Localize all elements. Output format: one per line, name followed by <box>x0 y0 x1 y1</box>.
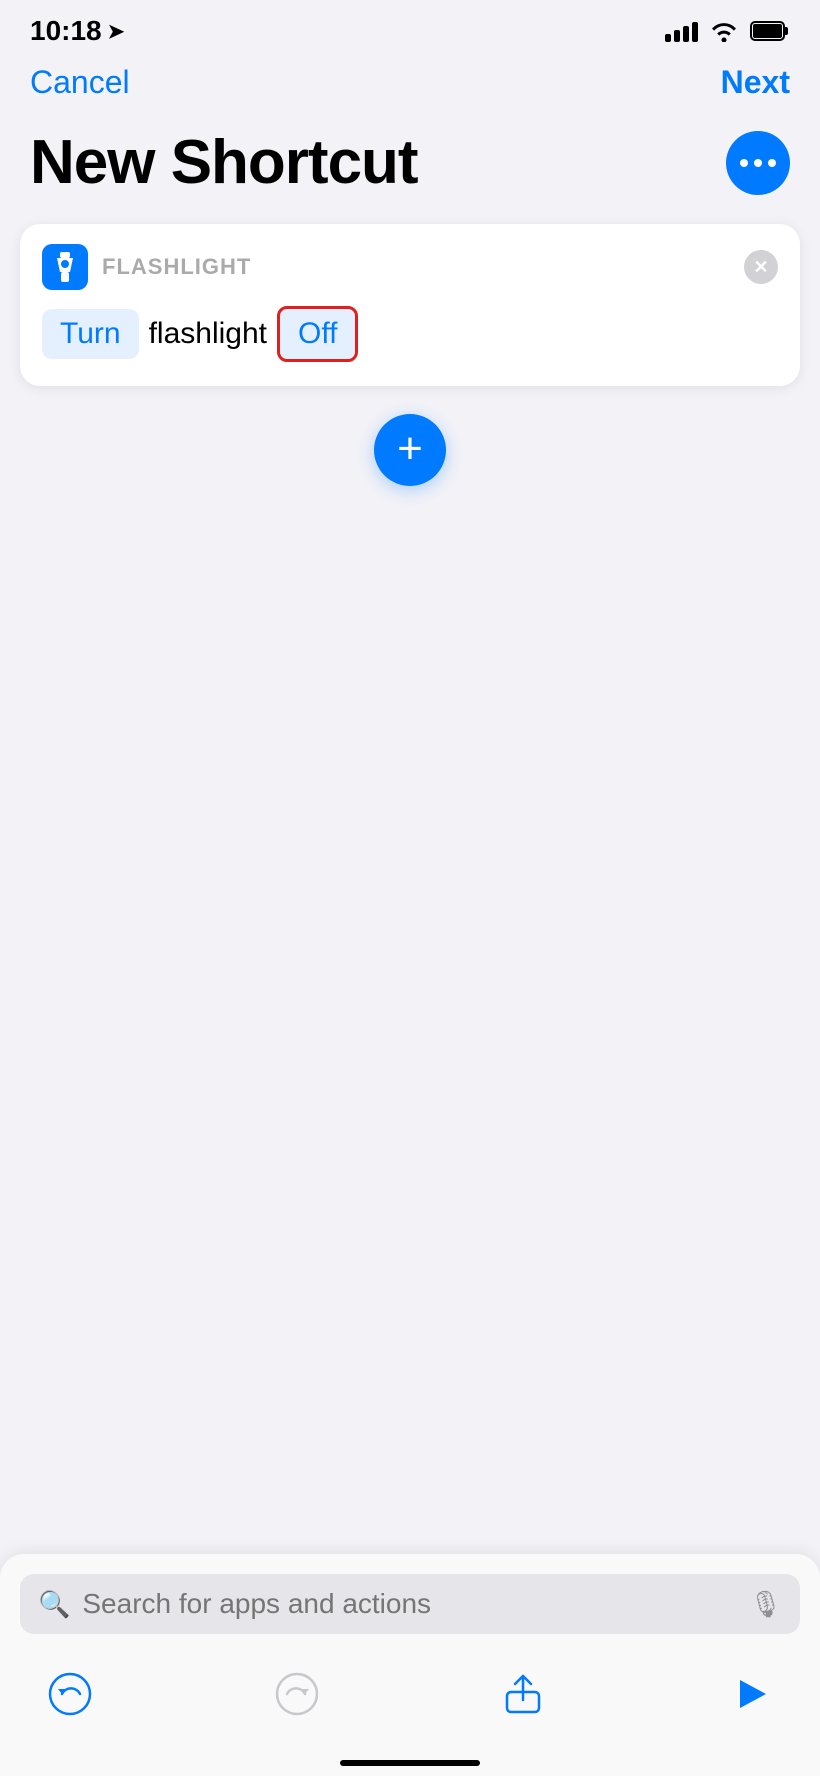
close-icon: ✕ <box>753 258 768 276</box>
action-card-header: FLASHLIGHT ✕ <box>42 244 778 290</box>
redo-button[interactable] <box>267 1664 327 1724</box>
next-button[interactable]: Next <box>721 64 790 101</box>
add-action-button[interactable]: + <box>374 414 446 486</box>
status-icons <box>665 20 790 42</box>
microphone-icon[interactable]: 🎙 <box>749 1589 782 1620</box>
location-arrow-icon: ➤ <box>108 19 125 44</box>
close-action-button[interactable]: ✕ <box>744 250 778 284</box>
time-text: 10:18 <box>30 15 102 47</box>
off-chip[interactable]: Off <box>277 306 358 362</box>
more-dots-icon <box>740 159 776 167</box>
battery-icon <box>750 20 790 42</box>
cancel-button[interactable]: Cancel <box>30 64 130 101</box>
search-input[interactable] <box>82 1588 737 1620</box>
search-bar[interactable]: 🔍 🎙 <box>20 1574 800 1634</box>
play-button[interactable] <box>720 1664 780 1724</box>
action-body: Turn flashlight Off <box>42 306 778 362</box>
status-time: 10:18 ➤ <box>30 15 124 47</box>
undo-button[interactable] <box>40 1664 100 1724</box>
share-button[interactable] <box>493 1664 553 1724</box>
flashlight-text: flashlight <box>149 317 267 351</box>
bottom-toolbar <box>20 1656 800 1760</box>
signal-strength-icon <box>665 20 698 42</box>
add-button-row: + <box>0 414 820 486</box>
home-indicator <box>340 1760 480 1766</box>
action-label-row: FLASHLIGHT <box>42 244 251 290</box>
action-app-label: FLASHLIGHT <box>102 254 251 280</box>
search-icon: 🔍 <box>38 1589 70 1620</box>
bottom-panel: 🔍 🎙 <box>0 1554 820 1776</box>
plus-icon: + <box>397 427 423 471</box>
page-title: New Shortcut <box>30 127 418 198</box>
turn-chip[interactable]: Turn <box>42 309 139 359</box>
page-title-row: New Shortcut <box>0 117 820 224</box>
flashlight-action-card: FLASHLIGHT ✕ Turn flashlight Off <box>20 224 800 386</box>
wifi-icon <box>710 20 738 42</box>
flashlight-app-icon <box>42 244 88 290</box>
nav-bar: Cancel Next <box>0 54 820 117</box>
status-bar: 10:18 ➤ <box>0 0 820 54</box>
more-options-button[interactable] <box>726 131 790 195</box>
